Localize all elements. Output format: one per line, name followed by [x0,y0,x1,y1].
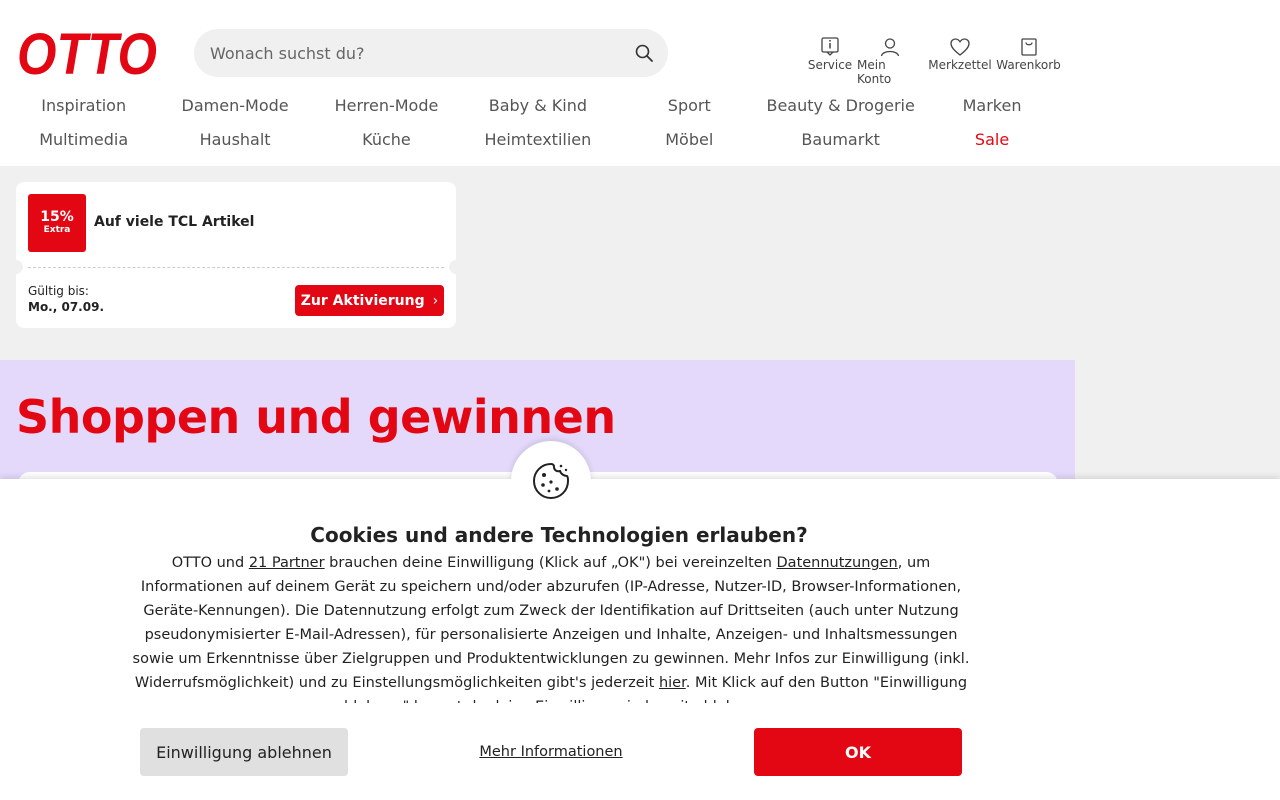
nav-item-heimtextilien[interactable]: Heimtextilien [462,124,613,158]
coupon-badge-percent: 15% [40,209,74,225]
info-icon [819,36,841,58]
site-header: OTTO Service Mein Konto Merkzettel Waren… [0,0,1280,166]
nav-item-marken[interactable]: Marken [916,90,1067,124]
nav-item-sale[interactable]: Sale [916,124,1067,158]
main-navigation: Inspiration Damen-Mode Herren-Mode Baby … [8,90,1068,158]
otto-logo[interactable]: OTTO [16,26,159,78]
coupon-card: 15% Extra Auf viele TCL Artikel Gültig b… [9,182,463,328]
wishlist-label: Merkzettel [928,58,992,72]
accept-ok-button[interactable]: OK [754,728,962,776]
account-link[interactable]: Mein Konto [857,36,923,86]
coupon-valid-label: Gültig bis: [28,284,89,298]
nav-item-beauty-drogerie[interactable]: Beauty & Drogerie [765,90,916,124]
nav-item-haushalt[interactable]: Haushalt [159,124,310,158]
search-input[interactable] [194,29,614,77]
datennutzungen-link[interactable]: Datennutzungen [777,555,898,571]
coupon-title: Auf viele TCL Artikel [94,214,255,230]
coupon-notch-right [449,260,463,274]
search-icon[interactable] [634,43,654,63]
coupon-divider [28,267,444,268]
account-label: Mein Konto [857,58,892,86]
decline-consent-button[interactable]: Einwilligung ablehnen [140,728,348,776]
cookie-text-part: brauchen deine Einwilligung (Klick auf „… [324,555,777,571]
coupon-notch-left [9,260,23,274]
main-nav-row-2: Multimedia Haushalt Küche Heimtextilien … [8,124,1068,158]
heart-icon [949,36,971,58]
coupon-badge: 15% Extra [28,194,86,252]
coupon-valid-date: Mo., 07.09. [28,300,104,314]
cart-label: Warenkorb [996,58,1061,72]
coupon-badge-extra: Extra [43,225,71,235]
nav-item-damen-mode[interactable]: Damen-Mode [159,90,310,124]
promo-title: Shoppen und gewinnen [16,390,616,444]
cookie-text-part: , um Informationen auf deinem Gerät zu s… [132,555,970,691]
bag-icon [1018,36,1040,58]
cookie-text-part: OTTO und [171,555,249,571]
nav-item-baby-kind[interactable]: Baby & Kind [462,90,613,124]
nav-item-multimedia[interactable]: Multimedia [8,124,159,158]
otto-logo-wordmark: OTTO [17,26,157,78]
settings-here-link[interactable]: hier [659,675,686,691]
nav-item-moebel[interactable]: Möbel [614,124,765,158]
nav-item-baumarkt[interactable]: Baumarkt [765,124,916,158]
wishlist-link[interactable]: Merkzettel [928,36,992,72]
nav-item-sport[interactable]: Sport [614,90,765,124]
cookie-description: OTTO und 21 Partner brauchen deine Einwi… [126,551,976,703]
cookie-title: Cookies und andere Technologien erlauben… [310,523,808,547]
search-bar [194,29,668,77]
cart-link[interactable]: Warenkorb [996,36,1061,72]
svg-text:OTTO: OTTO [17,26,157,78]
cookie-icon [531,461,571,501]
more-information-button[interactable]: Mehr Informationen [450,728,652,776]
nav-item-kueche[interactable]: Küche [311,124,462,158]
nav-item-herren-mode[interactable]: Herren-Mode [311,90,462,124]
nav-item-inspiration[interactable]: Inspiration [8,90,159,124]
chevron-right-icon: › [432,292,439,309]
coupon-activate-label: Zur Aktivierung [300,292,425,309]
service-link[interactable]: Service [807,36,853,72]
user-icon [879,36,901,58]
partners-link[interactable]: 21 Partner [249,555,325,571]
coupon-activate-button[interactable]: Zur Aktivierung › [295,285,444,316]
service-label: Service [807,58,853,72]
main-nav-row-1: Inspiration Damen-Mode Herren-Mode Baby … [8,90,1068,124]
cookie-banner: Cookies und andere Technologien erlauben… [0,441,1280,800]
